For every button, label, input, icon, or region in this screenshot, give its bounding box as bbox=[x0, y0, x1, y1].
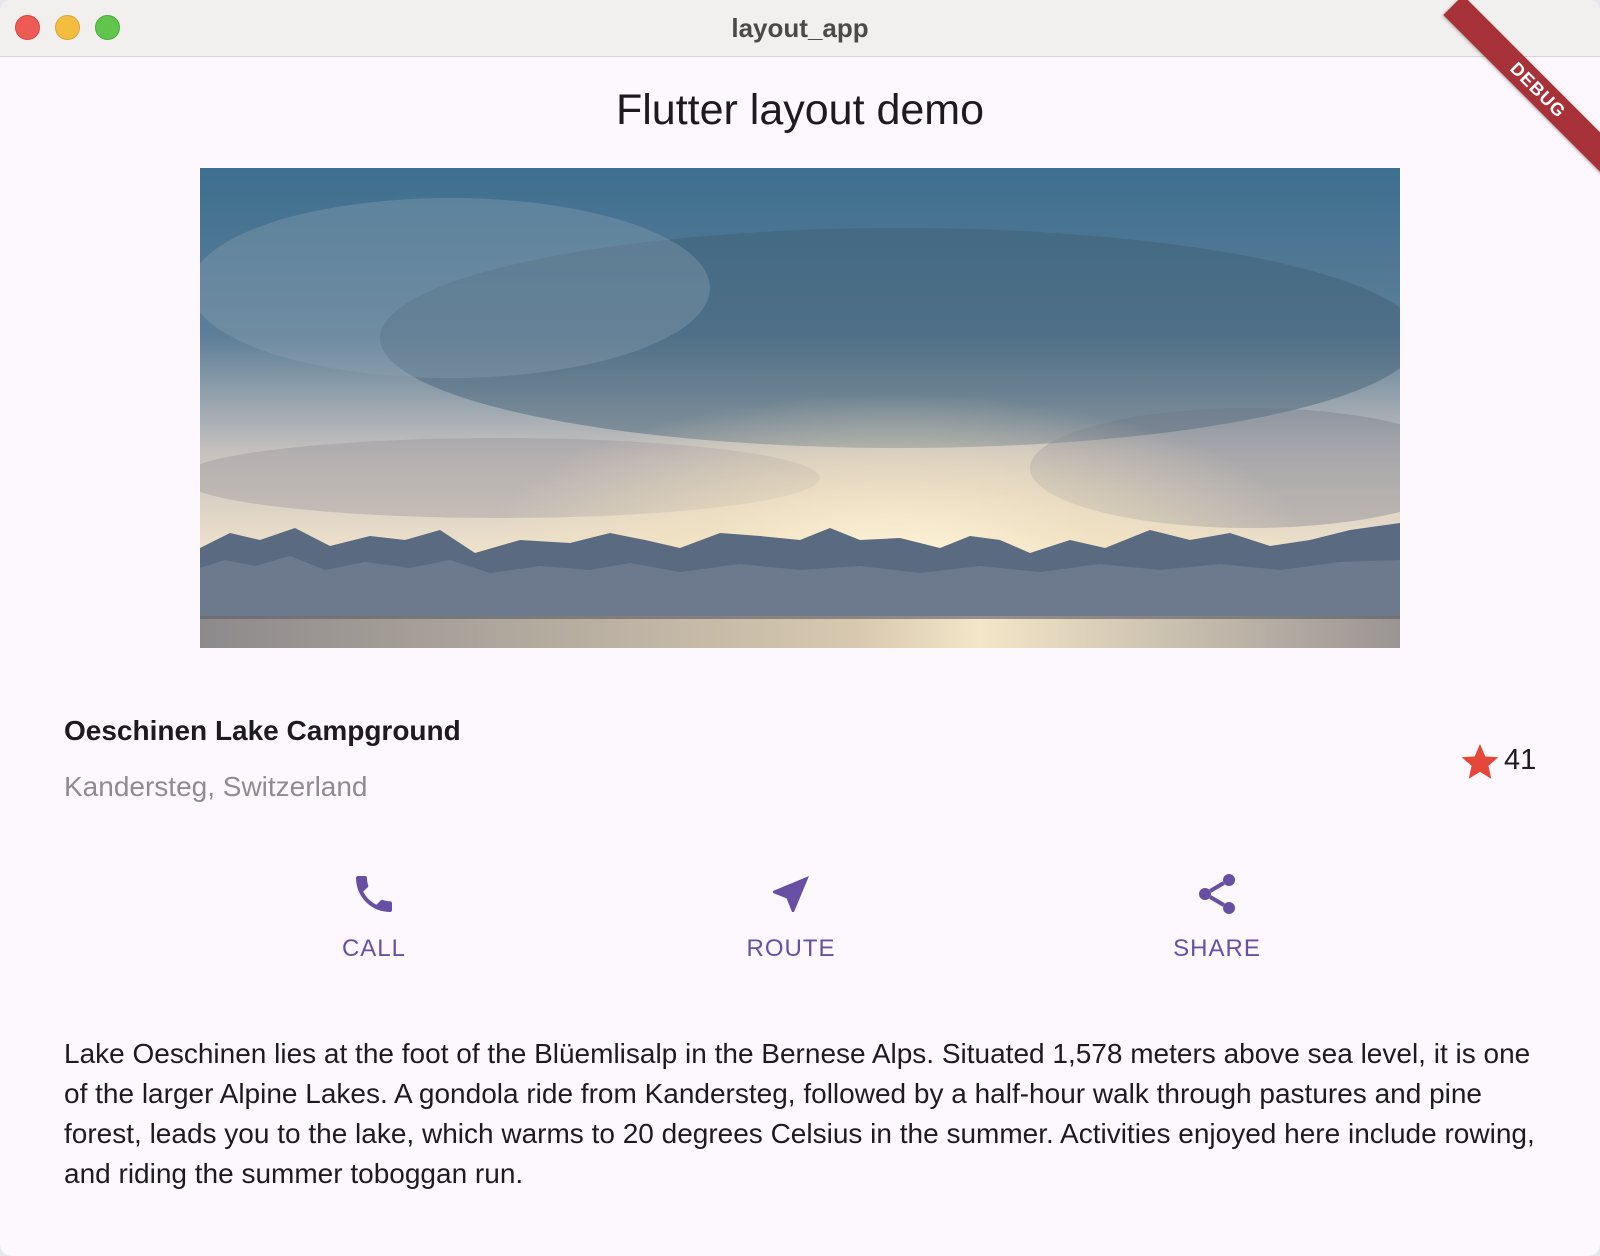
phone-icon bbox=[356, 876, 392, 912]
share-button[interactable]: SHARE bbox=[1137, 870, 1297, 963]
call-button[interactable]: CALL bbox=[294, 870, 454, 963]
favorite-count: 41 bbox=[1504, 744, 1537, 776]
share-icon bbox=[1199, 874, 1235, 914]
call-label: CALL bbox=[341, 935, 407, 962]
place-title: Oeschinen Lake Campground bbox=[64, 715, 461, 746]
app-window: layout_app DEBUG Flutter layout demo Oes… bbox=[0, 0, 1600, 1256]
app-bar-title: Flutter layout demo bbox=[615, 86, 985, 134]
share-label: SHARE bbox=[1173, 935, 1261, 962]
lake-image bbox=[200, 168, 1400, 648]
place-description: Lake Oeschinen lies at the foot of the B… bbox=[64, 1038, 1535, 1189]
route-button[interactable]: ROUTE bbox=[711, 870, 871, 963]
route-label: ROUTE bbox=[746, 935, 836, 962]
window-title: layout_app bbox=[731, 13, 869, 43]
navigation-icon bbox=[773, 876, 809, 912]
favorite-widget[interactable]: 41 bbox=[1458, 740, 1558, 784]
star-icon[interactable] bbox=[1458, 740, 1502, 784]
title-bar[interactable]: layout_app bbox=[0, 0, 1600, 57]
place-location: Kandersteg, Switzerland bbox=[64, 771, 368, 802]
